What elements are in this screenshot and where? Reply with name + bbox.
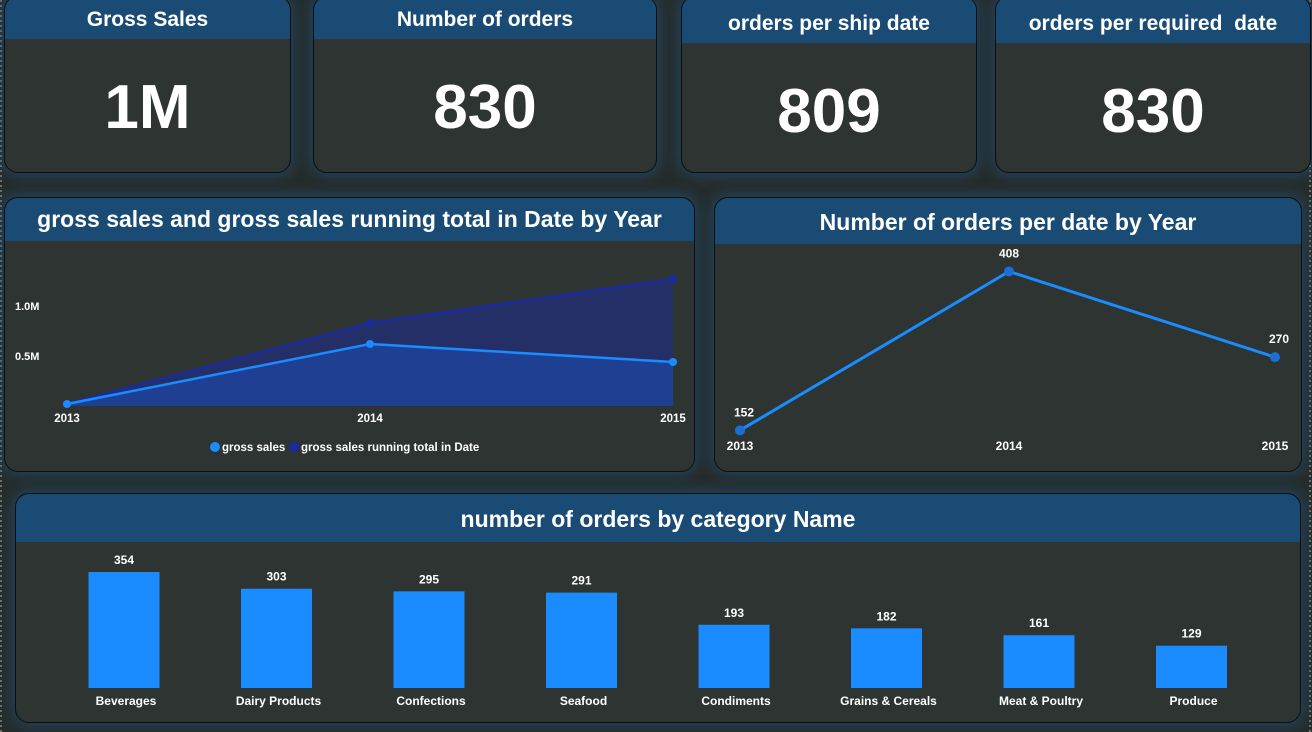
legend-marker-running-total [289, 442, 299, 452]
kpi-value: 830 [433, 73, 537, 142]
bar [546, 592, 617, 688]
data-label: 161 [1029, 616, 1049, 630]
x-tick-label: 2013 [54, 413, 80, 425]
category-label: Condiments [701, 694, 771, 708]
line-chart: 152 408 270 2013 2014 2015 [727, 246, 1290, 453]
kpi-title: Number of orders [314, 0, 656, 39]
data-point [1270, 352, 1280, 363]
bar [698, 624, 770, 688]
category-label: Seafood [560, 694, 607, 708]
area-chart-card: gross sales and gross sales running tota… [4, 197, 695, 472]
kpi-card-number-of-orders: Number of orders 830 [313, 0, 657, 173]
legend-label-running-total: gross sales running total in Date [301, 442, 479, 454]
kpi-value: 1M [104, 73, 191, 142]
bar [851, 628, 922, 688]
category-label: Produce [1169, 694, 1217, 708]
x-tick-label: 2014 [357, 413, 383, 425]
data-label: 303 [266, 570, 286, 584]
data-point [735, 425, 745, 436]
data-point-gross-sales [669, 358, 677, 366]
kpi-value: 809 [777, 77, 881, 146]
kpi-title: orders per required date [996, 0, 1310, 43]
data-point-running-total [366, 319, 374, 327]
line-chart-card: Number of orders per date by Year 152 408… [714, 197, 1302, 472]
data-label: 270 [1269, 332, 1289, 346]
legend-marker-gross-sales [210, 442, 220, 452]
bar [241, 588, 312, 688]
chart-title: number of orders by category Name [16, 494, 1300, 542]
bar [1003, 635, 1075, 688]
chart-title: gross sales and gross sales running tota… [5, 198, 694, 241]
data-label: 129 [1181, 627, 1201, 641]
bar [88, 572, 160, 688]
bar-chart: 354 Beverages 303 Dairy Products 295 Confecti… [88, 553, 1227, 708]
data-label: 408 [999, 246, 1019, 260]
data-point [1004, 266, 1014, 277]
kpi-card-orders-per-required-date: orders per required date 830 [995, 0, 1311, 173]
x-tick-label: 2013 [727, 439, 754, 453]
category-label: Confections [396, 694, 466, 708]
category-label: Dairy Products [236, 694, 322, 708]
bar [393, 591, 465, 688]
bar-chart-card: number of orders by category Name 354 Bev… [15, 493, 1301, 723]
bar [1156, 645, 1227, 688]
category-label: Beverages [96, 694, 157, 708]
data-label: 182 [876, 609, 896, 623]
data-label: 295 [419, 572, 439, 586]
legend-label-gross-sales: gross sales [222, 442, 285, 454]
y-tick-label: 1.0M [15, 301, 39, 313]
data-point-running-total [669, 275, 677, 283]
series-line-orders [739, 269, 1276, 432]
chart-title: Number of orders per date by Year [715, 198, 1301, 244]
kpi-card-gross-sales: Gross Sales 1M [4, 0, 291, 173]
x-tick-label: 2014 [996, 439, 1023, 453]
kpi-title: orders per ship date [682, 0, 976, 43]
category-label: Grains & Cereals [840, 694, 937, 708]
data-label: 193 [724, 606, 744, 620]
category-label: Meat & Poultry [999, 694, 1083, 708]
kpi-title: Gross Sales [5, 0, 290, 39]
data-point-gross-sales [366, 340, 374, 348]
kpi-card-orders-per-ship-date: orders per ship date 809 [681, 0, 977, 173]
area-chart: 0.5M 1.0M 2013 2014 2015 gross sales gross sal… [15, 275, 686, 454]
x-tick-label: 2015 [660, 413, 686, 425]
x-tick-label: 2015 [1262, 439, 1289, 453]
data-label: 354 [114, 553, 134, 567]
kpi-value: 830 [1101, 77, 1205, 146]
y-tick-label: 0.5M [15, 351, 39, 363]
data-label: 152 [734, 405, 754, 419]
data-label: 291 [571, 574, 591, 588]
data-point-gross-sales [63, 400, 71, 408]
